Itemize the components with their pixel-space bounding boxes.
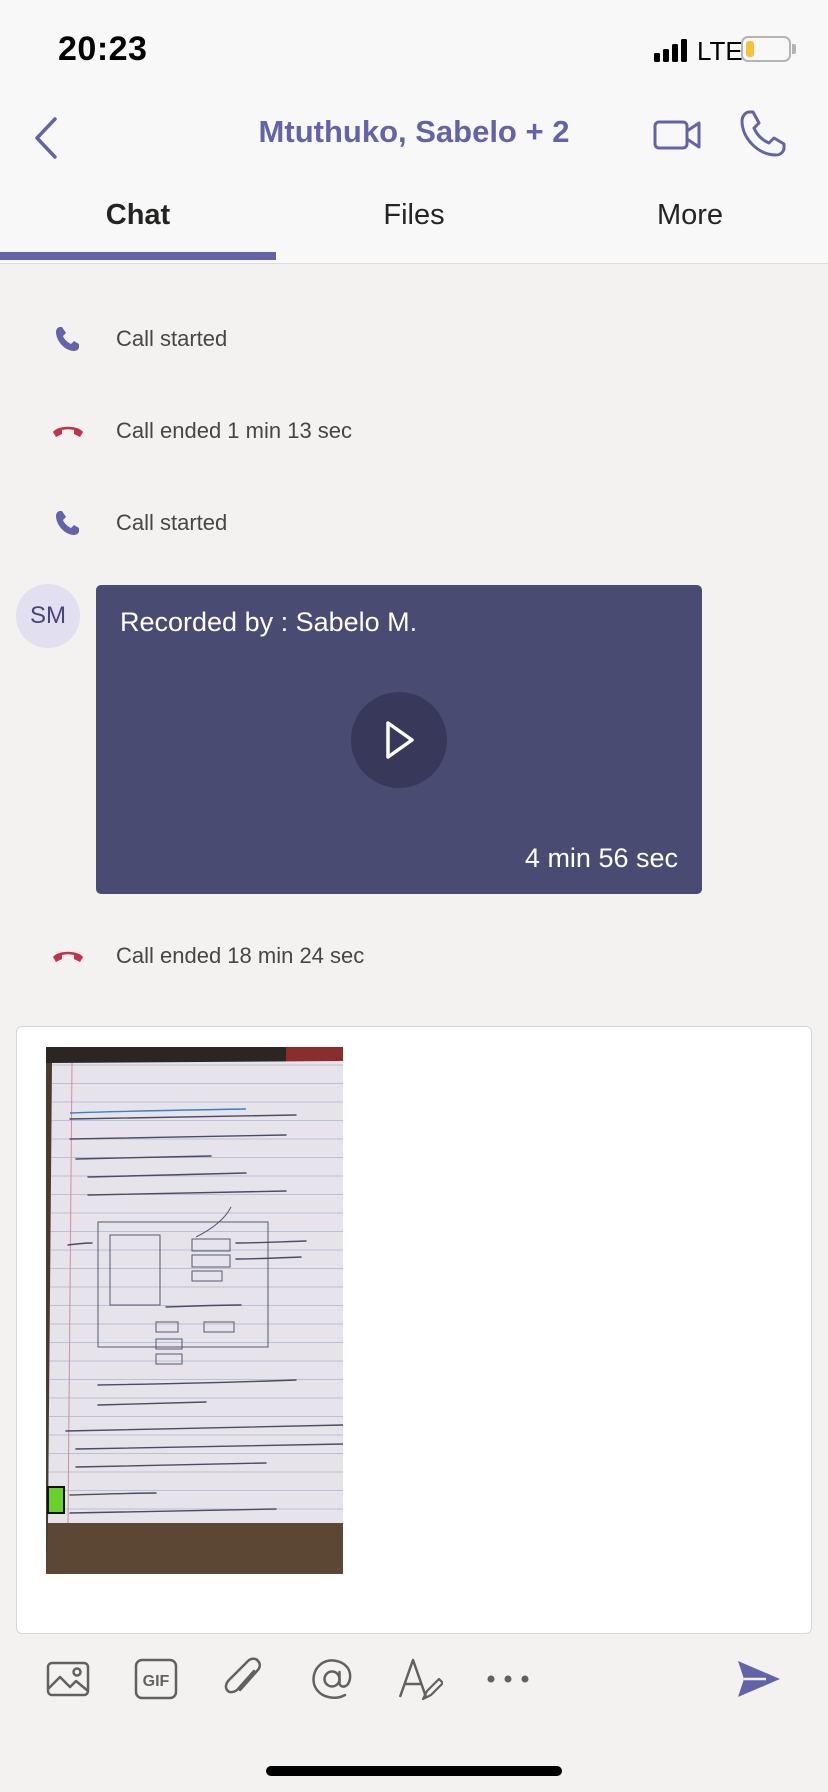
call-event: Call ended 1 min 13 sec [50, 411, 352, 451]
format-button[interactable] [390, 1646, 450, 1712]
chat-title[interactable]: Mtuthuko, Sabelo + 2 [140, 114, 688, 150]
recording-title: Recorded by : Sabelo M. [120, 607, 418, 637]
attach-button[interactable] [214, 1646, 274, 1712]
signal-bars-icon [654, 38, 694, 62]
format-icon [398, 1658, 443, 1701]
event-text: Call started [116, 510, 228, 535]
tab-more[interactable]: More [552, 190, 828, 264]
more-options-button[interactable] [478, 1646, 538, 1712]
phone-icon [50, 321, 86, 357]
send-button[interactable] [729, 1646, 789, 1712]
call-event: Call started [50, 319, 227, 359]
hang-up-icon [50, 938, 86, 974]
event-text: Call started [116, 326, 228, 351]
compose-box[interactable] [16, 1026, 812, 1634]
battery-icon [741, 36, 791, 62]
recording-duration: 4 min 56 sec [524, 843, 678, 873]
back-chevron-icon [35, 117, 57, 159]
play-icon [386, 721, 414, 759]
image-button[interactable] [38, 1646, 98, 1712]
send-icon [738, 1661, 780, 1697]
gif-label: GIF [143, 1673, 170, 1690]
more-icon [487, 1675, 529, 1683]
network-type: LTE [697, 36, 743, 66]
mention-button[interactable] [302, 1646, 362, 1712]
attach-icon [224, 1657, 262, 1694]
mention-icon [312, 1659, 352, 1699]
compose-toolbar: GIF [0, 1646, 828, 1712]
phone-icon [740, 110, 786, 157]
avatar[interactable]: SM [16, 584, 80, 648]
audio-call-button[interactable] [738, 108, 788, 160]
video-camera-icon [653, 120, 701, 150]
recording-card[interactable]: Recorded by : Sabelo M. 4 min 56 sec [96, 585, 702, 894]
image-icon [46, 1661, 90, 1697]
gif-button[interactable]: GIF [126, 1646, 186, 1712]
home-indicator [266, 1766, 562, 1776]
back-button[interactable] [26, 108, 66, 168]
play-button[interactable] [351, 692, 447, 788]
event-text: Call ended 1 min 13 sec [116, 418, 353, 443]
status-bar: 20:23 LTE [0, 0, 828, 100]
active-tab-indicator [0, 252, 276, 260]
call-event: Call started [50, 503, 227, 543]
event-text: Call ended 18 min 24 sec [116, 943, 365, 968]
phone-icon [50, 505, 86, 541]
call-event: Call ended 18 min 24 sec [50, 936, 364, 976]
tab-files[interactable]: Files [276, 190, 552, 264]
gif-icon: GIF [134, 1658, 178, 1700]
hang-up-icon [50, 413, 86, 449]
battery-cap [792, 44, 796, 54]
video-call-button[interactable] [652, 112, 704, 158]
status-time: 20:23 [58, 30, 148, 68]
chat-header: Mtuthuko, Sabelo + 2 Chat Files More [0, 100, 828, 264]
attached-photo[interactable] [46, 1047, 343, 1574]
